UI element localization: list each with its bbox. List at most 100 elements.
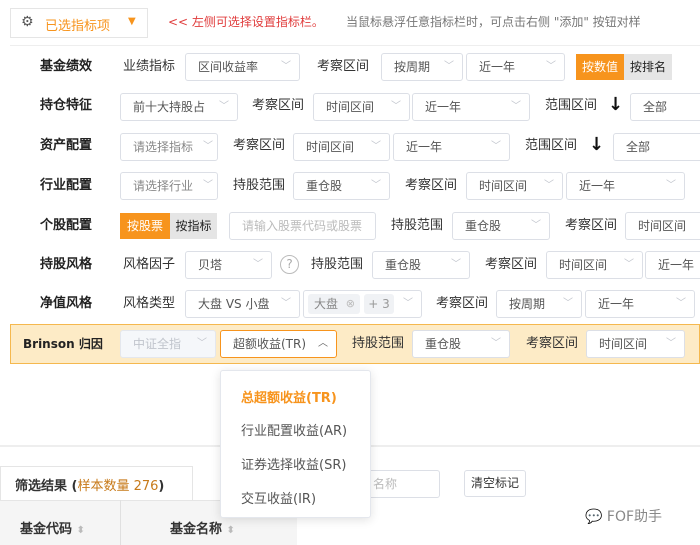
sort-down-arrow-icon[interactable]: ↓ <box>608 94 623 115</box>
sort-icon: ⬍ <box>76 525 85 536</box>
header-divider <box>10 45 700 46</box>
select-value: 区间收益率 <box>198 60 259 74</box>
column-header-code[interactable]: 基金代码 ⬍ <box>20 518 85 537</box>
chevron-down-icon: ﹀ <box>203 180 213 191</box>
factor-select[interactable]: 贝塔 ﹀ <box>185 251 272 279</box>
row-title-asset: 资产配置 <box>40 138 93 153</box>
period-label: 考察区间 <box>526 336 579 351</box>
select-value: 近一年 <box>425 100 462 114</box>
period-type-select[interactable]: 时间区间 <box>625 212 700 240</box>
tag-chip: 大盘 ⊗ <box>308 294 360 314</box>
style-type-select[interactable]: 大盘 VS 小盘 ﹀ <box>185 290 300 318</box>
metric-label: 业绩指标 <box>123 59 176 74</box>
chevron-down-icon: ﹀ <box>281 298 291 309</box>
stock-code-input[interactable]: 请输入股票代码或股票 <box>229 212 376 240</box>
period-select[interactable]: 近一年 ﹀ <box>585 290 695 318</box>
period-select[interactable]: 近一年 ﹀ <box>393 133 510 161</box>
range-select[interactable]: 全部 <box>630 93 700 121</box>
dropdown-option-sr[interactable]: 证券选择收益(SR) <box>241 454 346 473</box>
period-type-select[interactable]: 时间区间 ﹀ <box>293 133 390 161</box>
scope-select[interactable]: 重仓股 ﹀ <box>372 251 470 279</box>
metric-select[interactable]: 区间收益率 ﹀ <box>185 53 300 81</box>
select-value: 全部 <box>643 100 668 114</box>
results-tab-close: ) <box>158 479 165 494</box>
chevron-down-icon: ﹀ <box>219 101 229 112</box>
toggle-by-indicator[interactable]: 按指标 <box>170 213 217 239</box>
sort-down-arrow-icon[interactable]: ↓ <box>589 134 604 155</box>
select-value: 请选择行业 <box>133 179 194 193</box>
watermark: 💬 FOF助手 <box>585 506 662 526</box>
watermark-text: FOF助手 <box>606 509 663 525</box>
chevron-down-icon: ﹀ <box>511 101 521 112</box>
select-value: 时间区间 <box>326 100 375 114</box>
asset-metric-select[interactable]: 请选择指标 ﹀ <box>120 133 218 161</box>
period-type-select[interactable]: 时间区间 ﹀ <box>313 93 410 121</box>
select-value: 时间区间 <box>638 219 687 233</box>
scope-label: 持股范围 <box>391 218 444 233</box>
sample-count: 样本数量 276 <box>77 479 159 494</box>
scope-select[interactable]: 重仓股 ﹀ <box>412 330 510 358</box>
tag-close-icon[interactable]: ⊗ <box>346 294 355 314</box>
scope-label: 持股范围 <box>233 178 286 193</box>
select-value: 全部 <box>626 140 651 154</box>
period-type-select[interactable]: 时间区间 ﹀ <box>586 330 685 358</box>
results-tab[interactable]: 筛选结果 (样本数量 276) <box>0 466 193 501</box>
dropdown-option-ar[interactable]: 行业配置收益(AR) <box>241 420 347 439</box>
select-value: 近一年 <box>479 60 516 74</box>
brinson-metric-dropdown: 总超额收益(TR) 行业配置收益(AR) 证券选择收益(SR) 交互收益(IR) <box>220 370 371 518</box>
chevron-down-icon: ﹀ <box>676 298 686 309</box>
period-type-select[interactable]: 时间区间 ﹀ <box>546 251 643 279</box>
wechat-icon: 💬 <box>585 509 603 525</box>
chevron-down-icon: ﹀ <box>403 298 413 309</box>
period-type-select[interactable]: 按周期 ﹀ <box>381 53 463 81</box>
period-type-select[interactable]: 时间区间 ﹀ <box>466 172 563 200</box>
select-value: 超额收益(TR) <box>233 337 307 351</box>
brinson-metric-select[interactable]: 超额收益(TR) ︿ <box>220 330 337 358</box>
dropdown-option-tr[interactable]: 总超额收益(TR) <box>241 387 337 406</box>
scope-select[interactable]: 重仓股 ﹀ <box>293 172 390 200</box>
chevron-down-icon: ﹀ <box>563 298 573 309</box>
help-icon[interactable]: ? <box>280 255 299 274</box>
select-value: 按周期 <box>394 60 431 74</box>
selected-indicators-button[interactable]: ⚙ 已选指标项 ▼ <box>10 8 148 38</box>
period-type-select[interactable]: 按周期 ﹀ <box>496 290 582 318</box>
chevron-down-icon: ﹀ <box>203 141 213 152</box>
dropdown-option-ir[interactable]: 交互收益(IR) <box>241 488 316 507</box>
holding-metric-select[interactable]: 前十大持股占 ﹀ <box>120 93 238 121</box>
select-value: 重仓股 <box>306 179 343 193</box>
hint-red: << 左侧可选择设置指标栏。 <box>168 15 324 29</box>
industry-select[interactable]: 请选择行业 ﹀ <box>120 172 218 200</box>
chevron-down-icon: ﹀ <box>546 61 556 72</box>
period-select[interactable]: 近一年 ﹀ <box>566 172 685 200</box>
factor-label: 风格因子 <box>123 257 176 272</box>
toggle-by-stock[interactable]: 按股票 <box>120 213 170 239</box>
chevron-down-icon: ﹀ <box>391 101 401 112</box>
period-label: 考察区间 <box>317 59 370 74</box>
period-select[interactable]: 近一年 <box>645 251 700 279</box>
chevron-down-icon: ﹀ <box>197 338 207 349</box>
range-select[interactable]: 全部 <box>613 133 700 161</box>
select-value: 近一年 <box>598 297 635 311</box>
column-header-name[interactable]: 基金名称 ⬍ <box>170 518 235 537</box>
column-label: 基金代码 <box>20 522 73 537</box>
toggle-by-value[interactable]: 按数值 <box>576 54 624 80</box>
row-title-holding: 持仓特征 <box>40 98 93 113</box>
type-label: 风格类型 <box>123 296 176 311</box>
row-title-perf: 基金绩效 <box>40 59 93 74</box>
style-tags-select[interactable]: 大盘 ⊗ + 3 ﹀ <box>303 290 422 318</box>
select-value: 近一年 <box>658 258 695 272</box>
scope-select[interactable]: 重仓股 ﹀ <box>452 212 550 240</box>
clear-marks-button[interactable]: 清空标记 <box>464 470 526 497</box>
sort-icon: ⬍ <box>226 525 235 536</box>
chevron-down-icon: ﹀ <box>624 259 634 270</box>
column-label: 基金名称 <box>170 522 223 537</box>
benchmark-select-disabled: 中证全指 ﹀ <box>120 330 216 358</box>
period-select[interactable]: 近一年 ﹀ <box>466 53 565 81</box>
select-value: 重仓股 <box>385 258 422 272</box>
caret-down-icon: ▼ <box>128 16 136 27</box>
period-label: 考察区间 <box>233 138 286 153</box>
period-select[interactable]: 近一年 ﹀ <box>412 93 530 121</box>
toggle-by-rank[interactable]: 按排名 <box>624 54 672 80</box>
period-label: 考察区间 <box>485 257 538 272</box>
row-title-style: 持股风格 <box>40 257 93 272</box>
